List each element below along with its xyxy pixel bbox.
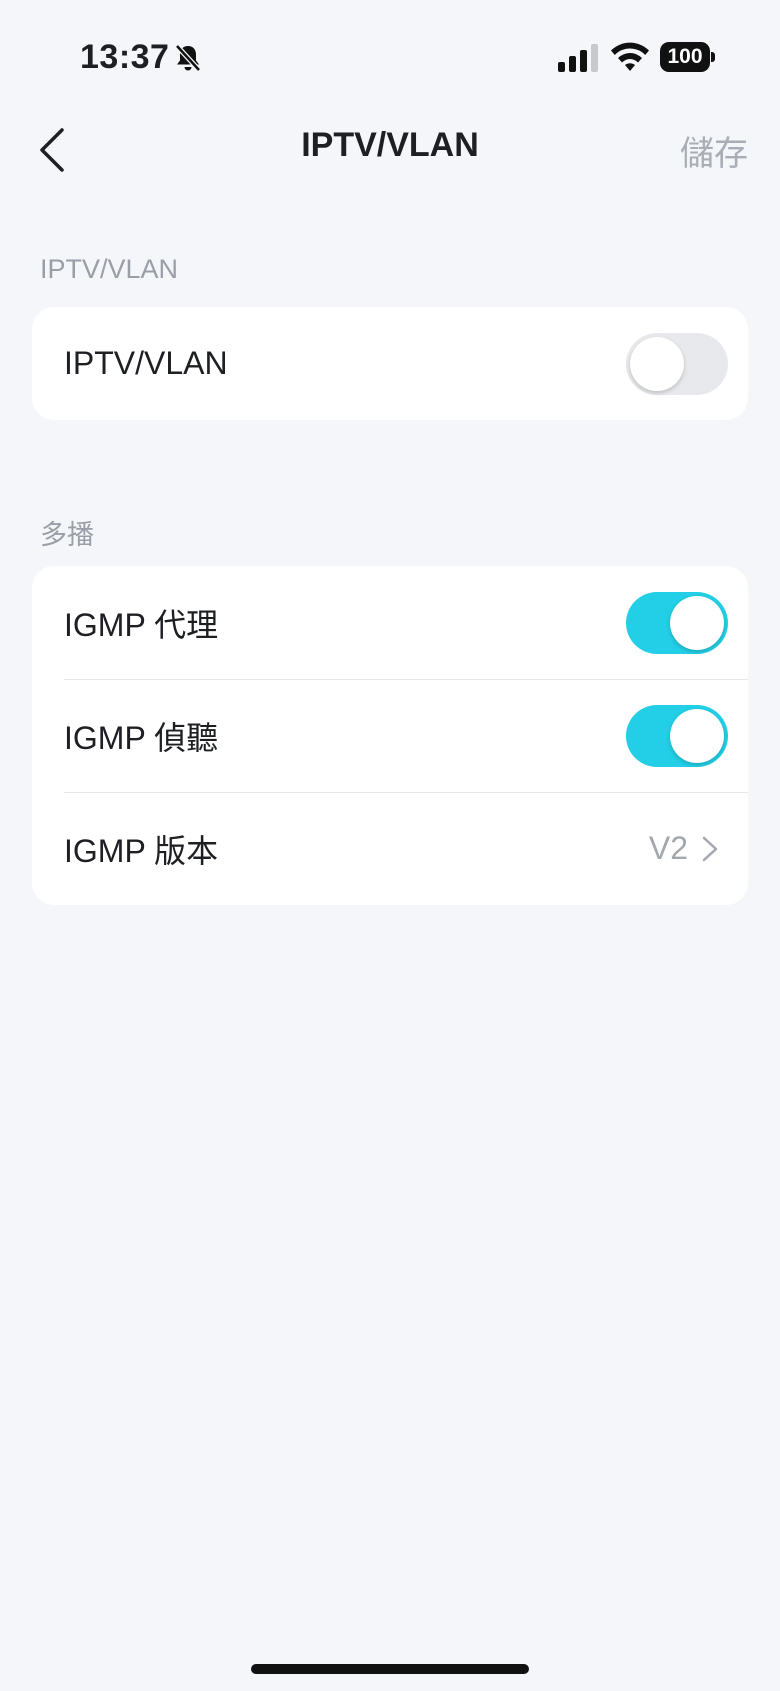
cellular-signal-icon	[558, 44, 598, 72]
status-time: 13:37	[80, 38, 170, 76]
multicast-card: IGMP 代理 IGMP 偵聽 IGMP 版本 V2	[32, 566, 748, 905]
igmp-version-label: IGMP 版本	[64, 832, 219, 869]
screen: 13:37 100 IPTV/VLAN 儲存 IPTV/VLAN IPTV/VL…	[0, 0, 780, 1691]
igmp-snooping-label: IGMP 偵聽	[64, 719, 219, 756]
iptv-card: IPTV/VLAN	[32, 307, 748, 420]
chevron-right-icon	[702, 836, 718, 861]
section-header-iptv: IPTV/VLAN	[40, 254, 179, 284]
igmp-version-row[interactable]: IGMP 版本 V2	[32, 792, 748, 905]
igmp-proxy-label: IGMP 代理	[64, 606, 219, 643]
wifi-icon	[611, 42, 649, 71]
bell-slash-icon	[175, 44, 201, 72]
igmp-proxy-toggle[interactable]	[626, 591, 728, 654]
iptv-vlan-label: IPTV/VLAN	[64, 345, 228, 381]
igmp-snooping-toggle[interactable]	[626, 704, 728, 767]
iptv-vlan-row: IPTV/VLAN	[32, 307, 748, 420]
iptv-vlan-toggle[interactable]	[626, 332, 728, 395]
section-header-multicast: 多播	[40, 520, 94, 550]
battery-icon: 100	[660, 42, 716, 72]
page-title: IPTV/VLAN	[301, 126, 479, 164]
igmp-snooping-row: IGMP 偵聽	[32, 679, 748, 792]
status-bar: 13:37 100	[0, 0, 780, 100]
save-button[interactable]: 儲存	[680, 126, 748, 175]
nav-bar: IPTV/VLAN 儲存	[0, 100, 780, 200]
home-indicator[interactable]	[251, 1664, 529, 1674]
igmp-version-value: V2	[648, 830, 688, 866]
igmp-proxy-row: IGMP 代理	[32, 566, 748, 679]
battery-level: 100	[660, 42, 710, 72]
